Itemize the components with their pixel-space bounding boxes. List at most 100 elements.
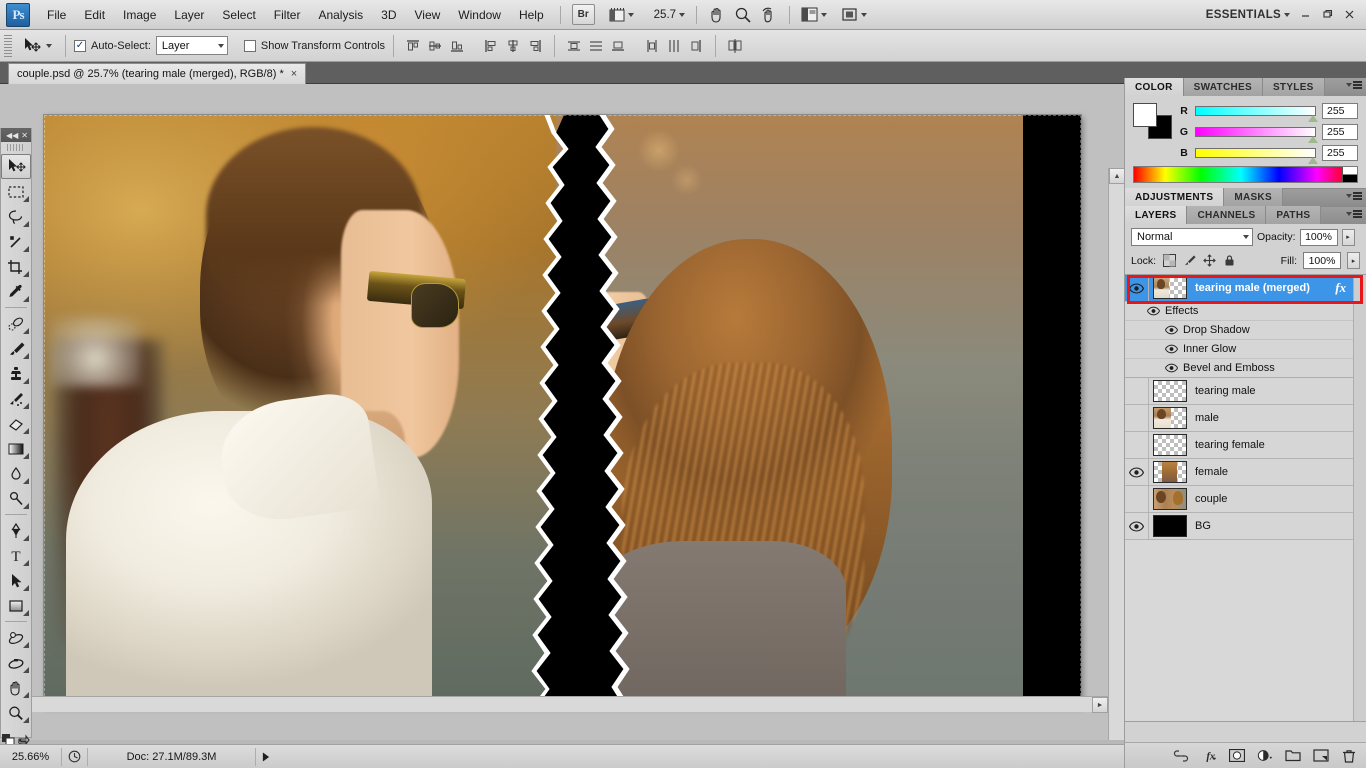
- layer-name[interactable]: tearing male (merged): [1195, 282, 1310, 294]
- drop-shadow-visibility-toggle[interactable]: [1159, 321, 1183, 339]
- status-menu-arrow-icon[interactable]: [256, 748, 276, 766]
- layer-name[interactable]: couple: [1195, 493, 1227, 505]
- red-channel-thumb[interactable]: [1308, 115, 1318, 122]
- new-layer-icon[interactable]: [1313, 748, 1329, 764]
- history-brush-tool[interactable]: [1, 386, 31, 411]
- color-panel-menu-icon[interactable]: [1346, 81, 1362, 89]
- table-row[interactable]: couple: [1125, 486, 1366, 513]
- menu-analysis[interactable]: Analysis: [309, 4, 372, 26]
- distribute-left-edges-button[interactable]: [641, 35, 663, 57]
- align-left-edges-button[interactable]: [480, 35, 502, 57]
- rotate-view-icon[interactable]: [756, 3, 782, 27]
- layer-name[interactable]: tearing male: [1195, 385, 1256, 397]
- menu-edit[interactable]: Edit: [75, 4, 114, 26]
- menu-window[interactable]: Window: [449, 4, 510, 26]
- layer-thumbnail[interactable]: [1153, 488, 1187, 510]
- new-adjustment-layer-icon[interactable]: [1257, 748, 1273, 764]
- zoom-percent-field[interactable]: 25.66%: [0, 747, 62, 766]
- tab-paths[interactable]: PATHS: [1266, 206, 1322, 224]
- lock-position-icon[interactable]: [1202, 254, 1216, 268]
- scroll-up-arrow-icon[interactable]: ▲: [1109, 168, 1124, 184]
- auto-align-layers-button[interactable]: [724, 35, 746, 57]
- layer-thumbnail[interactable]: [1153, 434, 1187, 456]
- layer-visibility-toggle[interactable]: [1125, 378, 1149, 404]
- blend-mode-dropdown[interactable]: Normal: [1131, 228, 1253, 246]
- green-channel-slider[interactable]: [1195, 127, 1318, 143]
- options-bar-grip[interactable]: [4, 34, 12, 57]
- blue-channel-thumb[interactable]: [1308, 157, 1318, 164]
- document-tab[interactable]: couple.psd @ 25.7% (tearing male (merged…: [8, 63, 307, 84]
- lasso-tool[interactable]: [1, 204, 31, 229]
- workspace-switcher[interactable]: ESSENTIALS: [1202, 7, 1294, 23]
- color-foreground-swatch[interactable]: [1133, 103, 1157, 127]
- canvas-area[interactable]: ▲ ▼ ◄ ►: [0, 84, 1124, 740]
- adjustments-panel-menu-icon[interactable]: [1346, 192, 1362, 200]
- add-layer-mask-icon[interactable]: [1229, 748, 1245, 764]
- toolbox-header[interactable]: ◀◀ ✕: [1, 128, 31, 142]
- layer-name[interactable]: tearing female: [1195, 439, 1265, 451]
- layer-thumbnail[interactable]: [1153, 515, 1187, 537]
- lock-all-icon[interactable]: [1222, 254, 1236, 268]
- blur-tool[interactable]: [1, 461, 31, 486]
- blue-channel-value[interactable]: 255: [1322, 145, 1358, 161]
- align-top-edges-button[interactable]: [402, 35, 424, 57]
- menu-select[interactable]: Select: [213, 4, 264, 26]
- bridge-icon[interactable]: Br: [571, 4, 595, 25]
- clone-stamp-tool[interactable]: [1, 361, 31, 386]
- zoom-level-combo[interactable]: 25.7: [650, 7, 689, 23]
- 3d-orbit-tool[interactable]: [1, 650, 31, 675]
- 3d-rotate-tool[interactable]: [1, 625, 31, 650]
- table-row[interactable]: tearing female: [1125, 432, 1366, 459]
- layer-list-scrollbar[interactable]: [1353, 275, 1366, 721]
- timing-icon[interactable]: [62, 747, 88, 766]
- inner-glow-visibility-toggle[interactable]: [1159, 340, 1183, 358]
- menu-help[interactable]: Help: [510, 4, 553, 26]
- color-panel-swatches[interactable]: [1133, 103, 1175, 139]
- layer-visibility-toggle[interactable]: [1125, 432, 1149, 458]
- menu-view[interactable]: View: [405, 4, 449, 26]
- screen-mode-icon[interactable]: [797, 5, 831, 24]
- menu-image[interactable]: Image: [114, 4, 165, 26]
- scroll-right-arrow-icon[interactable]: ►: [1092, 697, 1108, 713]
- dodge-tool[interactable]: [1, 486, 31, 511]
- layer-visibility-toggle[interactable]: [1125, 459, 1149, 485]
- effects-visibility-toggle[interactable]: [1141, 302, 1165, 320]
- table-row[interactable]: tearing male (merged) fx ▲: [1125, 275, 1366, 302]
- canvas-horizontal-scrollbar[interactable]: ◄ ►: [0, 696, 1108, 713]
- rectangular-marquee-tool[interactable]: [1, 179, 31, 204]
- list-item[interactable]: Inner Glow: [1125, 340, 1366, 359]
- brush-tool[interactable]: [1, 336, 31, 361]
- red-channel-slider[interactable]: [1195, 106, 1318, 122]
- document-canvas[interactable]: [44, 115, 1081, 706]
- layer-visibility-toggle[interactable]: [1125, 275, 1149, 301]
- fill-stepper[interactable]: ▸: [1347, 252, 1360, 269]
- layer-list[interactable]: tearing male (merged) fx ▲ Effects Drop …: [1125, 274, 1366, 722]
- fill-value[interactable]: 100%: [1303, 252, 1341, 269]
- tab-swatches[interactable]: SWATCHES: [1183, 78, 1263, 96]
- layer-name[interactable]: male: [1195, 412, 1219, 424]
- table-row[interactable]: tearing male: [1125, 378, 1366, 405]
- auto-select-checkbox[interactable]: ✓: [74, 39, 86, 52]
- blue-channel-slider[interactable]: [1195, 148, 1318, 164]
- pen-tool[interactable]: [1, 518, 31, 543]
- path-selection-tool[interactable]: [1, 568, 31, 593]
- distribute-top-edges-button[interactable]: [563, 35, 585, 57]
- move-tool[interactable]: [1, 154, 31, 179]
- crop-tool[interactable]: [1, 254, 31, 279]
- align-horizontal-centers-button[interactable]: [502, 35, 524, 57]
- tab-styles[interactable]: STYLES: [1262, 78, 1325, 96]
- bevel-emboss-visibility-toggle[interactable]: [1159, 359, 1183, 377]
- horizontal-type-tool[interactable]: T: [1, 543, 31, 568]
- layer-visibility-toggle[interactable]: [1125, 405, 1149, 431]
- menu-filter[interactable]: Filter: [265, 4, 310, 26]
- distribute-right-edges-button[interactable]: [685, 35, 707, 57]
- close-icon[interactable]: ×: [291, 68, 297, 80]
- tab-layers[interactable]: LAYERS: [1125, 206, 1188, 224]
- rectangle-tool[interactable]: [1, 593, 31, 618]
- layer-visibility-toggle[interactable]: [1125, 486, 1149, 512]
- distribute-vertical-centers-button[interactable]: [585, 35, 607, 57]
- tab-adjustments[interactable]: ADJUSTMENTS: [1125, 188, 1225, 206]
- auto-select-target-dropdown[interactable]: Layer: [155, 36, 228, 55]
- table-row[interactable]: BG: [1125, 513, 1366, 540]
- add-layer-style-icon[interactable]: fx: [1201, 748, 1217, 764]
